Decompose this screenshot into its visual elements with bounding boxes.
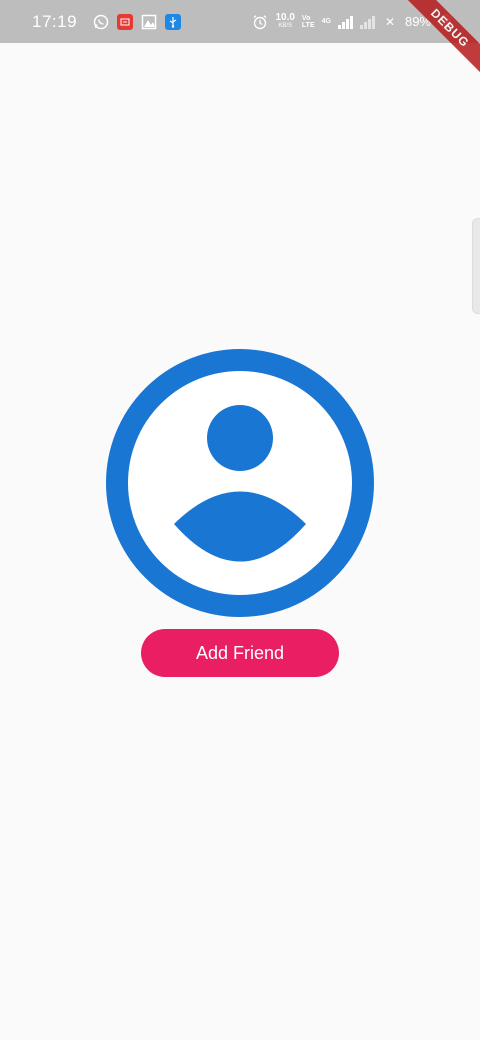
- edge-panel-handle[interactable]: [472, 218, 480, 314]
- close-icon: ✕: [384, 14, 395, 29]
- account-circle-icon: [106, 349, 374, 617]
- network-speed-unit: KB/S: [278, 22, 293, 29]
- add-friend-button[interactable]: Add Friend: [141, 629, 339, 677]
- volte-bottom: LTE: [301, 21, 315, 29]
- network-speed-value: 10.0: [275, 11, 295, 23]
- status-time: 17:19: [32, 11, 78, 31]
- network-type-label: 4G: [321, 18, 331, 25]
- signal-icon-secondary: [359, 15, 375, 29]
- app-icon-red: [117, 13, 134, 30]
- screen: 17:19 10.0 KB/S Vo LTE 4G ✕ 89% DEBUG Ad…: [0, 0, 480, 1040]
- network-speed: 10.0 KB/S: [275, 11, 295, 30]
- status-left: 17:19: [32, 11, 182, 32]
- volte-indicator: Vo LTE: [302, 15, 315, 29]
- whatsapp-icon: [93, 14, 109, 30]
- usb-icon: [165, 13, 182, 30]
- signal-icon: [337, 15, 353, 29]
- volte-top: Vo: [301, 14, 311, 22]
- alarm-icon: [252, 14, 268, 30]
- status-bar: 17:19 10.0 KB/S Vo LTE 4G ✕ 89%: [0, 0, 480, 43]
- gallery-icon: [141, 14, 157, 30]
- network-type: 4G: [322, 18, 331, 25]
